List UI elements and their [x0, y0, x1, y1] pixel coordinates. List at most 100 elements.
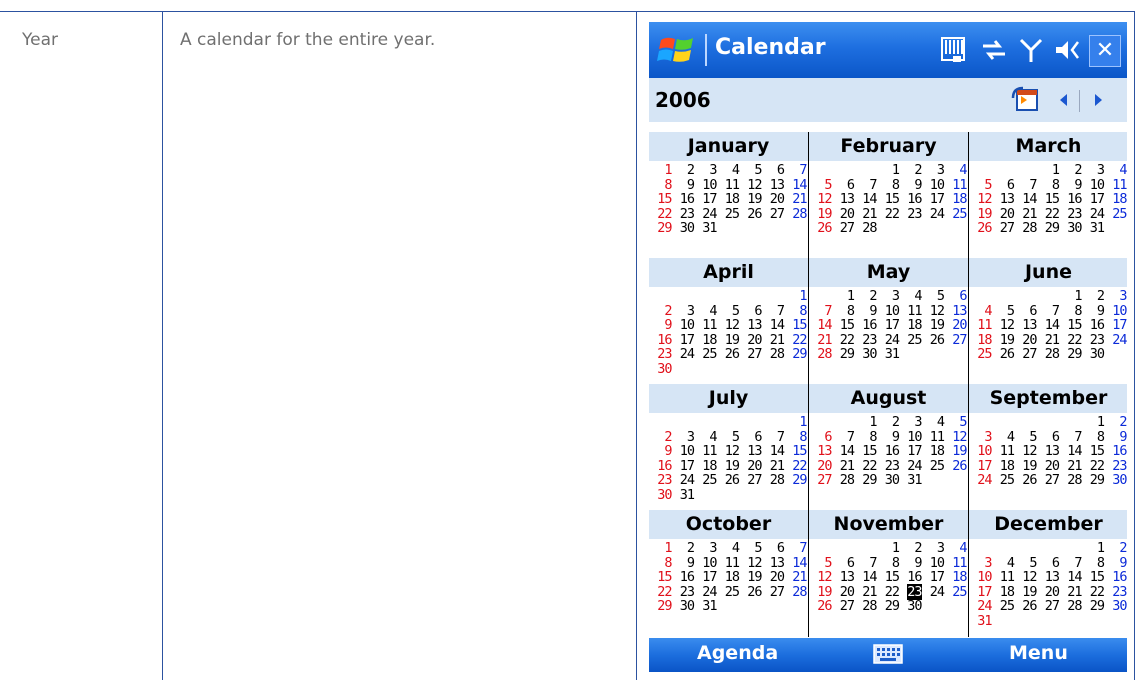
day-cell[interactable]: 17 [877, 318, 900, 333]
close-icon[interactable]: ✕ [1089, 35, 1121, 67]
day-cell[interactable]: 15 [854, 444, 877, 459]
day-cell[interactable]: 24 [969, 473, 992, 488]
day-cell[interactable]: 24 [969, 599, 992, 614]
day-cell[interactable]: 31 [1082, 221, 1105, 236]
day-cell[interactable]: 11 [922, 429, 945, 445]
day-cell[interactable]: 31 [694, 599, 717, 614]
day-cell[interactable]: 22 [1082, 584, 1105, 600]
day-cell[interactable]: 1 [649, 163, 672, 178]
day-cell[interactable]: 30 [854, 347, 877, 362]
day-cell[interactable]: 19 [944, 444, 967, 459]
day-cell[interactable]: 7 [854, 555, 877, 571]
day-cell[interactable]: 25 [969, 347, 992, 362]
day-cell[interactable]: 26 [944, 458, 967, 474]
day-cell[interactable]: 5 [1014, 429, 1037, 445]
day-cell[interactable]: 17 [1082, 192, 1105, 207]
day-cell[interactable]: 28 [784, 206, 807, 222]
day-cell[interactable]: 13 [739, 318, 762, 333]
day-cell[interactable]: 23 [672, 584, 695, 600]
day-cell[interactable]: 15 [1082, 444, 1105, 459]
day-cell[interactable]: 6 [832, 177, 855, 193]
day-cell[interactable]: 9 [649, 318, 672, 333]
day-cell[interactable]: 19 [969, 206, 992, 222]
day-cell[interactable]: 2 [1104, 415, 1127, 430]
day-cell[interactable]: 18 [992, 584, 1015, 600]
day-cell[interactable]: 10 [969, 444, 992, 459]
day-cell[interactable]: 28 [1059, 599, 1082, 614]
day-cell[interactable]: 12 [922, 303, 945, 319]
day-cell[interactable]: 16 [649, 332, 672, 348]
day-cell[interactable]: 5 [944, 415, 967, 430]
day-cell[interactable]: 17 [694, 570, 717, 585]
day-cell[interactable]: 11 [694, 318, 717, 333]
day-cell[interactable]: 20 [1037, 584, 1060, 600]
day-cell[interactable]: 7 [1059, 429, 1082, 445]
day-cell[interactable]: 19 [809, 584, 832, 600]
day-cell[interactable]: 1 [784, 415, 807, 430]
day-cell[interactable]: 6 [992, 177, 1015, 193]
day-cell[interactable]: 5 [739, 541, 762, 556]
day-cell[interactable]: 30 [899, 599, 922, 614]
day-cell[interactable]: 23 [1059, 206, 1082, 222]
day-cell[interactable]: 13 [1014, 318, 1037, 333]
day-cell[interactable]: 30 [1104, 473, 1127, 488]
day-cell[interactable]: 16 [672, 192, 695, 207]
day-cell[interactable]: 5 [969, 177, 992, 193]
day-cell[interactable]: 28 [1014, 221, 1037, 236]
month-july[interactable]: July 1 2 3 4 5 6 7 8 9 10 11 12 13 14 15 16 17 18 19 20 21 22 2… [649, 384, 808, 503]
day-cell[interactable]: 15 [784, 318, 807, 333]
day-cell[interactable]: 30 [672, 221, 695, 236]
day-cell[interactable]: 18 [944, 570, 967, 585]
day-cell[interactable]: 5 [1014, 555, 1037, 571]
day-cell[interactable]: 29 [832, 347, 855, 362]
day-cell[interactable]: 1 [1059, 289, 1082, 304]
day-cell[interactable]: 8 [649, 555, 672, 571]
day-cell[interactable]: 3 [922, 541, 945, 556]
day-cell[interactable]: 3 [672, 303, 695, 319]
day-cell[interactable]: 13 [832, 192, 855, 207]
day-cell[interactable]: 7 [1014, 177, 1037, 193]
day-cell[interactable]: 13 [1037, 444, 1060, 459]
day-cell[interactable]: 5 [717, 429, 740, 445]
day-cell[interactable]: 22 [1082, 458, 1105, 474]
day-cell[interactable]: 27 [762, 206, 785, 222]
day-cell[interactable]: 4 [969, 303, 992, 319]
month-october[interactable]: October 1 2 3 4 5 6 7 8 9 10 11 12 13 14 15 16 17 18 19 20 21… [649, 510, 808, 614]
day-cell[interactable]: 18 [717, 192, 740, 207]
day-cell[interactable]: 4 [922, 415, 945, 430]
day-cell[interactable]: 28 [762, 347, 785, 362]
day-cell[interactable]: 6 [739, 429, 762, 445]
day-cell[interactable]: 26 [717, 473, 740, 488]
day-cell[interactable]: 14 [1059, 444, 1082, 459]
keyboard-icon[interactable] [873, 644, 903, 664]
day-cell[interactable]: 25 [922, 458, 945, 474]
day-cell[interactable]: 29 [784, 347, 807, 362]
day-cell[interactable]: 4 [694, 429, 717, 445]
day-cell[interactable]: 14 [1014, 192, 1037, 207]
day-cell[interactable]: 27 [944, 332, 967, 348]
day-cell[interactable]: 27 [832, 599, 855, 614]
day-cell[interactable]: 26 [809, 221, 832, 236]
day-cell[interactable]: 20 [739, 458, 762, 474]
day-cell[interactable]: 5 [992, 303, 1015, 319]
day-cell[interactable]: 9 [1059, 177, 1082, 193]
day-cell[interactable]: 23 [877, 458, 900, 474]
day-cell[interactable]: 20 [832, 584, 855, 600]
day-cell[interactable]: 10 [1082, 177, 1105, 193]
day-cell[interactable]: 1 [877, 541, 900, 556]
day-cell[interactable]: 17 [899, 444, 922, 459]
month-june[interactable]: June 1 2 3 4 5 6 7 8 9 10 11 12 13 14 15 16 17 18 19 20 21 22 2… [969, 258, 1127, 362]
day-cell[interactable]: 8 [854, 429, 877, 445]
day-cell[interactable]: 29 [877, 599, 900, 614]
day-cell[interactable]: 2 [1059, 163, 1082, 178]
day-cell[interactable]: 27 [832, 221, 855, 236]
day-cell[interactable]: 14 [854, 192, 877, 207]
day-cell[interactable]: 24 [694, 206, 717, 222]
day-cell[interactable]: 2 [649, 303, 672, 319]
day-cell[interactable]: 15 [784, 444, 807, 459]
day-cell[interactable]: 23 [854, 332, 877, 348]
day-cell[interactable]: 11 [694, 444, 717, 459]
today-icon[interactable] [1009, 84, 1041, 116]
day-cell[interactable]: 13 [832, 570, 855, 585]
day-cell[interactable]: 15 [877, 192, 900, 207]
